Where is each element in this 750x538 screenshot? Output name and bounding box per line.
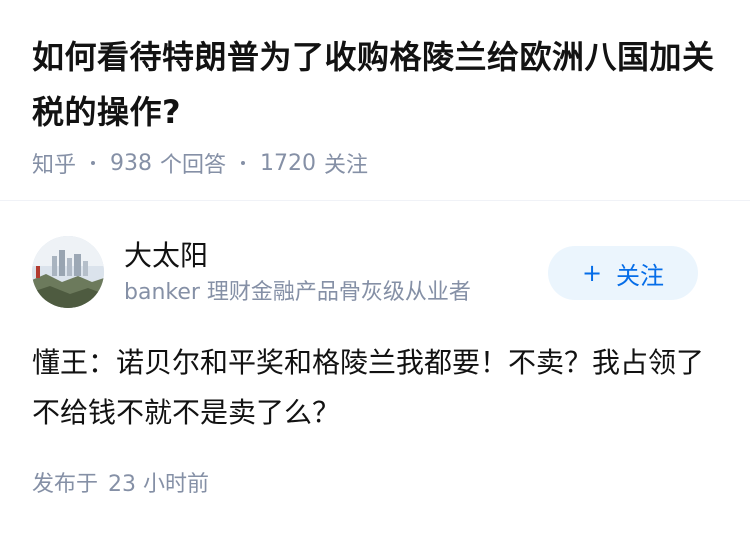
source-label: 知乎: [32, 153, 77, 178]
question-title[interactable]: 如何看待特朗普为了收购格陵兰给欧洲八国加关税的操作?: [32, 30, 722, 140]
author-bio: banker 理财金融产品骨灰级从业者: [124, 280, 471, 305]
plus-icon: +: [581, 259, 603, 287]
follow-button[interactable]: + 关注: [548, 246, 698, 300]
follow-count: 1720: [260, 150, 317, 176]
answer-content[interactable]: 懂王：诺贝尔和平奖和格陵兰我都要！不卖？我占领了不给钱不就不是卖了么？: [32, 338, 718, 438]
separator-dot: [91, 161, 96, 165]
follow-count-label: 关注: [324, 153, 369, 178]
answer-page: 如何看待特朗普为了收购格陵兰给欧洲八国加关税的操作? 知乎 938 个回答 17…: [0, 0, 750, 538]
answer-count-label: 个回答: [160, 153, 227, 178]
section-divider: [0, 200, 750, 201]
separator-dot: [241, 161, 246, 165]
avatar[interactable]: [32, 236, 104, 308]
publish-time: 23 小时前: [108, 472, 210, 497]
follow-button-label: 关注: [616, 261, 665, 290]
publish-info: 发布于 23 小时前: [32, 468, 209, 502]
answer-count: 938: [110, 150, 153, 176]
author-row: 大太阳 banker 理财金融产品骨灰级从业者 + 关注: [32, 236, 722, 310]
question-meta: 知乎 938 个回答 1720 关注: [32, 148, 722, 179]
publish-label: 发布于: [32, 472, 99, 497]
author-name[interactable]: 大太阳: [124, 238, 208, 274]
avatar-image: [32, 236, 104, 308]
question-header: 如何看待特朗普为了收购格陵兰给欧洲八国加关税的操作? 知乎 938 个回答 17…: [32, 30, 722, 178]
